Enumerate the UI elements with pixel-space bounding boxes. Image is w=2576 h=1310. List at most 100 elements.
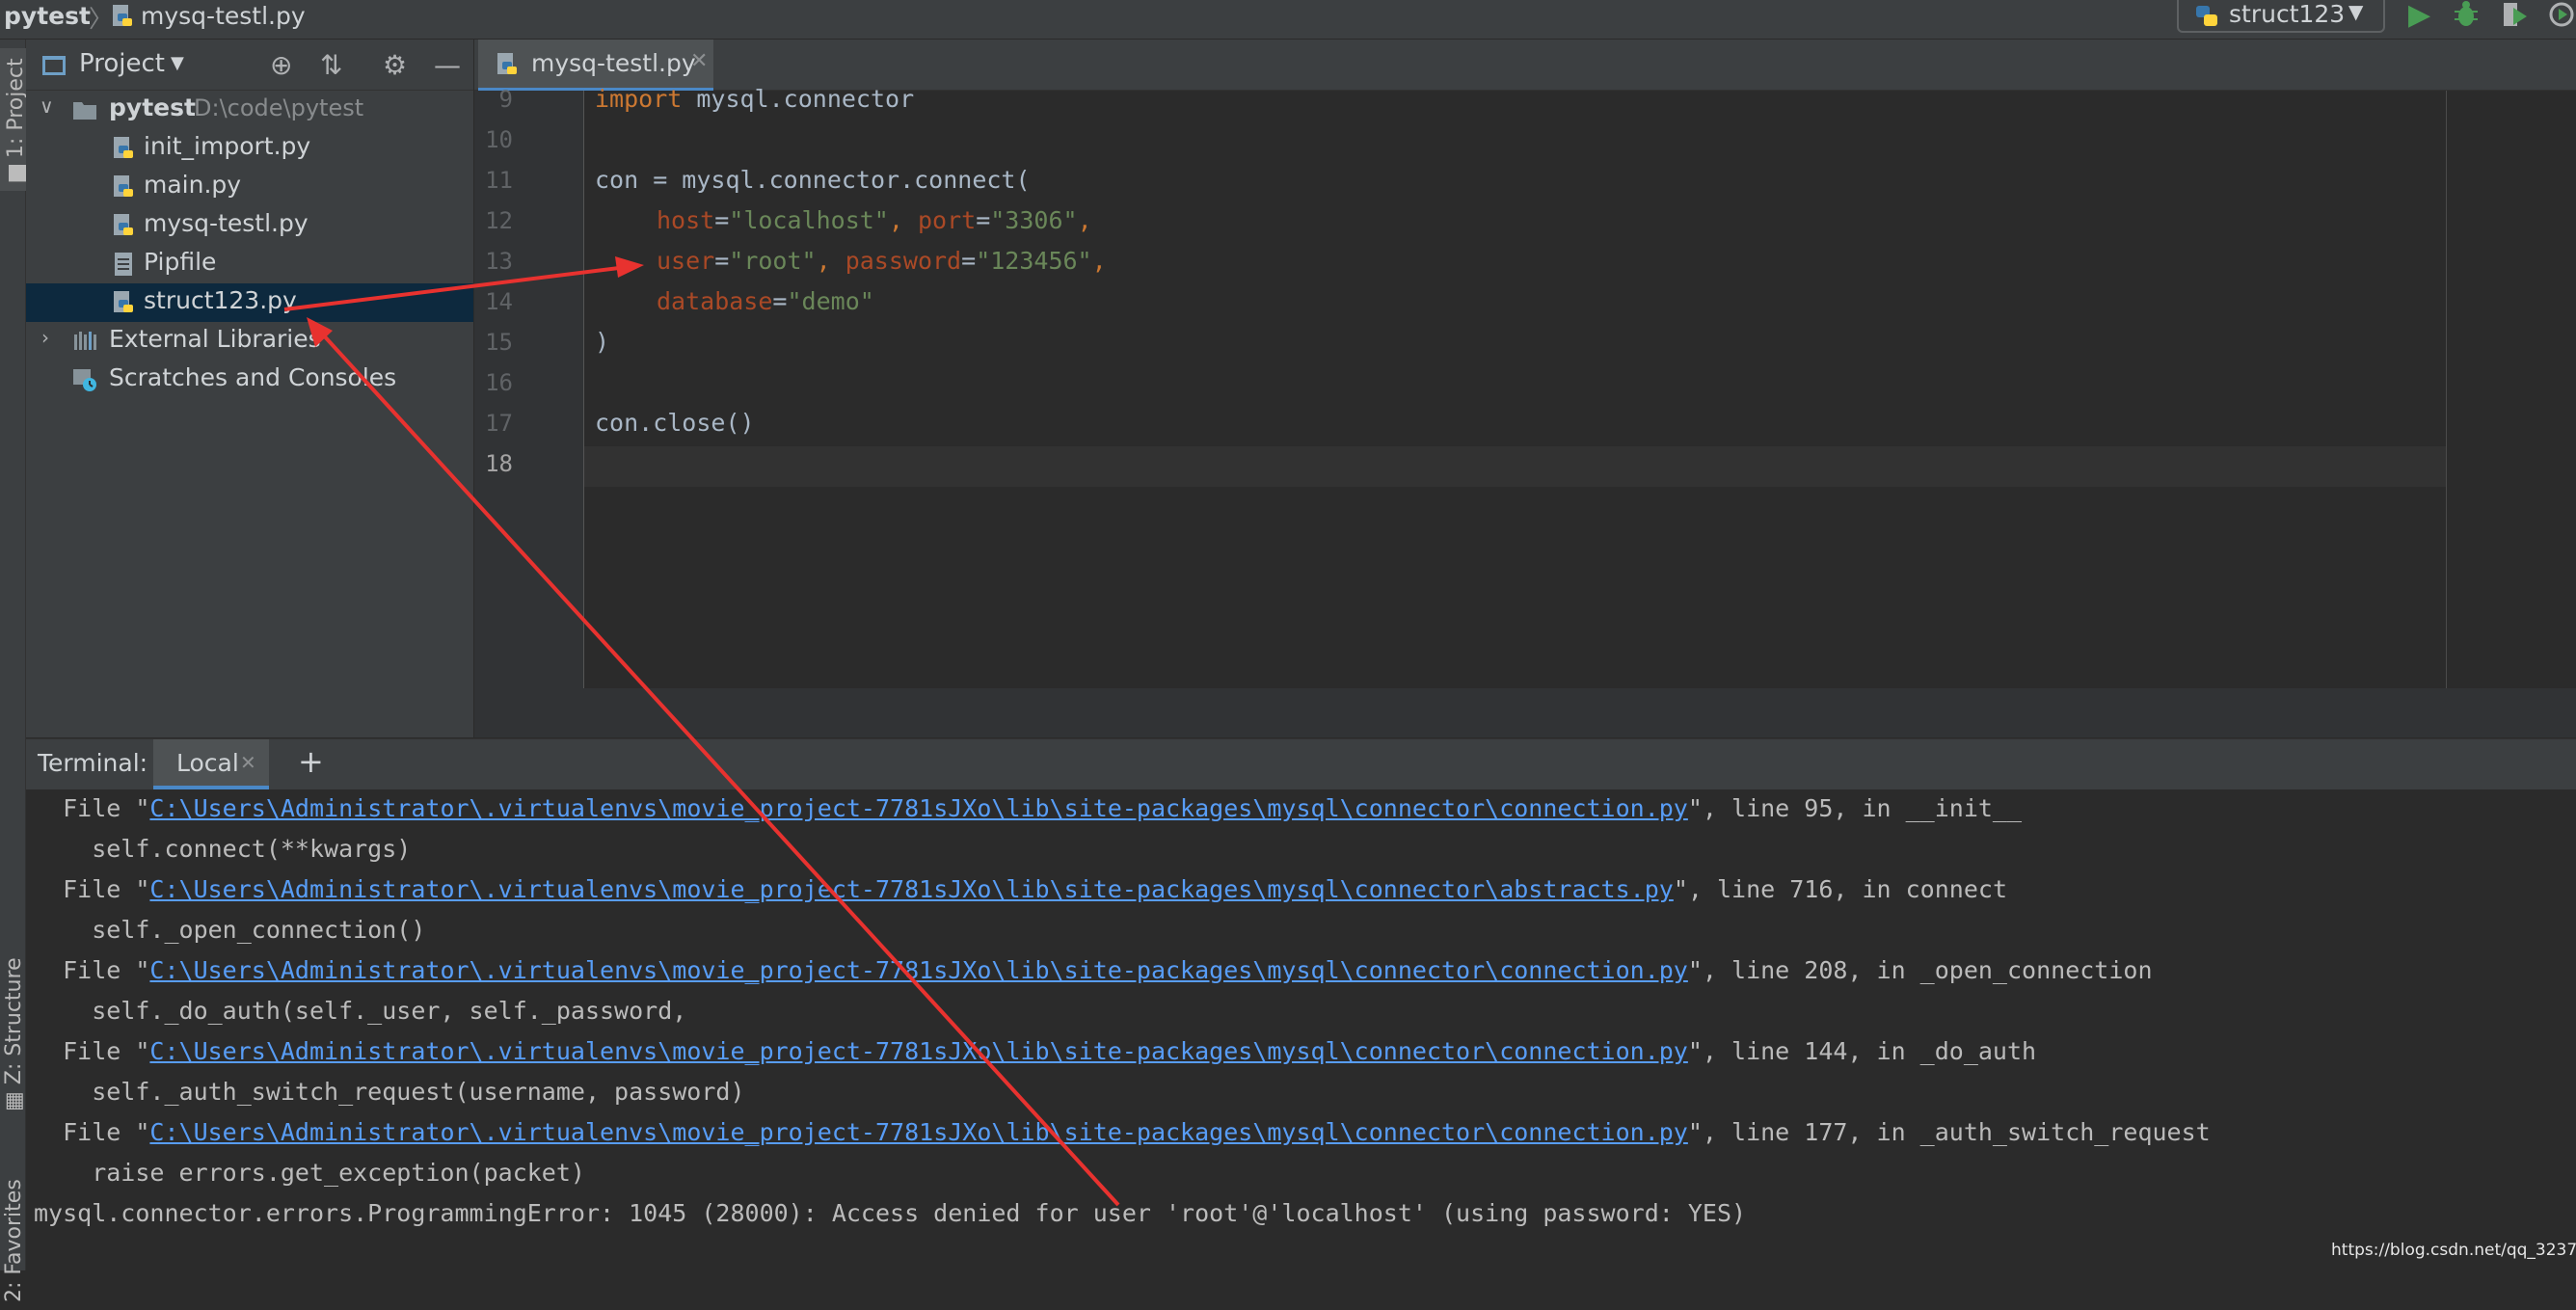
library-icon: [74, 332, 96, 350]
python-file-icon: [114, 175, 133, 197]
terminal-output[interactable]: File "C:\Users\Administrator\.virtualenv…: [26, 789, 2576, 1270]
collapse-all-icon[interactable]: ⇅: [320, 49, 342, 81]
caret-line-highlight: [584, 446, 2446, 487]
terminal-text: File ": [34, 794, 150, 822]
terminal-line: File "C:\Users\Administrator\.virtualenv…: [34, 1037, 2036, 1065]
terminal-text: mysql.connector.errors.ProgrammingError:…: [34, 1199, 1747, 1227]
tree-item-label: External Libraries: [109, 325, 321, 353]
terminal-file-link[interactable]: C:\Users\Administrator\.virtualenvs\movi…: [149, 1118, 1687, 1146]
editor-bottom-area: [474, 688, 2576, 737]
code-line-17: con.close(): [595, 409, 755, 437]
code-token: ): [595, 328, 610, 356]
tree-item-scratches[interactable]: Scratches and Consoles: [26, 361, 473, 399]
string-token: "root": [729, 247, 817, 275]
tree-item-label: Pipfile: [144, 248, 217, 276]
run-configuration-selector[interactable]: struct123 ▼: [2177, 0, 2385, 33]
code-line-15: ): [595, 328, 609, 356]
breadcrumb-project[interactable]: pytest: [4, 2, 91, 30]
tree-item-mysq-testl[interactable]: mysq-testl.py: [26, 206, 473, 245]
tree-item-external-libraries[interactable]: › External Libraries: [26, 322, 473, 361]
terminal-file-link[interactable]: C:\Users\Administrator\.virtualenvs\movi…: [149, 794, 1687, 822]
folder-icon: ▆: [4, 158, 28, 181]
run-icon[interactable]: ▶: [2408, 0, 2430, 32]
project-tool-window-header: Project ▼ ⊕ ⇅ ⚙ —: [26, 40, 473, 91]
terminal-text: File ": [34, 1037, 150, 1065]
chevron-down-icon[interactable]: ∨: [40, 94, 54, 118]
terminal-line: raise errors.get_exception(packet): [34, 1159, 585, 1187]
navigation-bar: pytest 〉 mysq-testl.py struct123 ▼ ▶: [0, 0, 2576, 40]
text-file-icon: [115, 253, 132, 276]
tree-item-init-import[interactable]: init_import.py: [26, 129, 473, 168]
terminal-file-link[interactable]: C:\Users\Administrator\.virtualenvs\movi…: [149, 875, 1673, 903]
terminal-text: File ": [34, 1118, 150, 1146]
gear-icon[interactable]: ⚙: [383, 49, 407, 81]
terminal-text: File ": [34, 875, 150, 903]
string-token: "3306": [990, 206, 1078, 234]
terminal-file-link[interactable]: C:\Users\Administrator\.virtualenvs\movi…: [149, 956, 1687, 984]
debug-icon[interactable]: [2452, 0, 2481, 29]
tool-window-tab-project-label: 1: Project: [4, 58, 28, 159]
tool-window-tab-favorites[interactable]: 2: Favorites: [0, 1171, 28, 1310]
editor-tab-bar: mysq-testl.py ✕: [474, 40, 2576, 92]
code-token: ,: [888, 206, 918, 234]
code-token: mysql.connector: [682, 85, 915, 113]
terminal-header: Terminal: Local ✕ +: [26, 738, 2576, 790]
code-token: =: [772, 287, 788, 315]
run-with-coverage-icon[interactable]: [2500, 0, 2529, 29]
string-token: "demo": [787, 287, 874, 315]
locate-file-icon[interactable]: ⊕: [270, 49, 292, 81]
terminal-text: self.connect(**kwargs): [34, 835, 412, 863]
tree-item-main[interactable]: main.py: [26, 168, 473, 206]
terminal-tab-local[interactable]: Local ✕: [153, 739, 269, 789]
terminal-text: ", line 144, in _do_auth: [1687, 1037, 2037, 1065]
code-token: =: [961, 247, 977, 275]
line-number: 9: [498, 86, 513, 113]
terminal-line: self._open_connection(): [34, 916, 425, 944]
line-number: 12: [485, 207, 513, 234]
tree-item-pipfile[interactable]: Pipfile: [26, 245, 473, 283]
line-number: 18: [485, 450, 513, 477]
terminal-text: self._auth_switch_request(username, pass…: [34, 1078, 745, 1106]
terminal-text: ", line 177, in _auth_switch_request: [1687, 1118, 2211, 1146]
string-token: "123456": [976, 247, 1092, 275]
code-token: ,: [1077, 206, 1092, 234]
terminal-line: self._do_auth(self._user, self._password…: [34, 997, 686, 1025]
terminal-line: self._auth_switch_request(username, pass…: [34, 1078, 745, 1106]
code-line-14: database="demo": [657, 287, 874, 315]
terminal-text: ", line 716, in connect: [1673, 875, 2007, 903]
close-icon[interactable]: ✕: [690, 49, 708, 73]
breadcrumb-file[interactable]: mysq-testl.py: [141, 2, 306, 30]
keyword-token: import: [595, 85, 683, 113]
tree-item-label: mysq-testl.py: [144, 209, 309, 237]
terminal-text: self._open_connection(): [34, 916, 426, 944]
line-number: 13: [485, 248, 513, 275]
tool-window-tab-structure[interactable]: ▦ Z: Structure: [0, 949, 28, 1119]
param-token: port: [917, 206, 977, 234]
line-number: 14: [485, 288, 513, 315]
profile-icon[interactable]: [2547, 0, 2576, 29]
terminal-text: File ": [34, 956, 150, 984]
project-folder-icon: [42, 56, 66, 75]
hide-panel-icon[interactable]: —: [434, 49, 461, 81]
code-token: ,: [1091, 247, 1107, 275]
new-terminal-tab-button[interactable]: +: [298, 743, 324, 780]
line-number: 11: [485, 167, 513, 194]
editor-tab-label: mysq-testl.py: [531, 49, 696, 77]
left-tool-stripe: ▆ 1: Project ▦ Z: Structure 2: Favorites: [0, 40, 32, 1302]
editor-tab-mysq-testl[interactable]: mysq-testl.py ✕: [478, 40, 713, 92]
project-view-selector[interactable]: Project: [79, 49, 165, 78]
breadcrumb-separator: 〉: [89, 5, 114, 33]
run-configuration-label: struct123: [2229, 0, 2346, 28]
tree-item-pytest[interactable]: ∨ pytest D:\code\pytest: [26, 91, 473, 129]
tree-item-struct123[interactable]: struct123.py: [26, 283, 473, 322]
chevron-down-icon[interactable]: ▼: [171, 53, 184, 73]
line-number: 16: [485, 369, 513, 396]
python-file-icon: [114, 291, 133, 312]
terminal-file-link[interactable]: C:\Users\Administrator\.virtualenvs\movi…: [149, 1037, 1687, 1065]
chevron-right-icon[interactable]: ›: [41, 326, 49, 349]
close-icon[interactable]: ✕: [240, 751, 256, 774]
terminal-text: raise errors.get_exception(packet): [34, 1159, 585, 1187]
chevron-down-icon: ▼: [2348, 0, 2364, 23]
python-file-icon: [114, 137, 133, 158]
watermark: https://blog.csdn.net/qq_32370913: [2331, 1241, 2576, 1260]
